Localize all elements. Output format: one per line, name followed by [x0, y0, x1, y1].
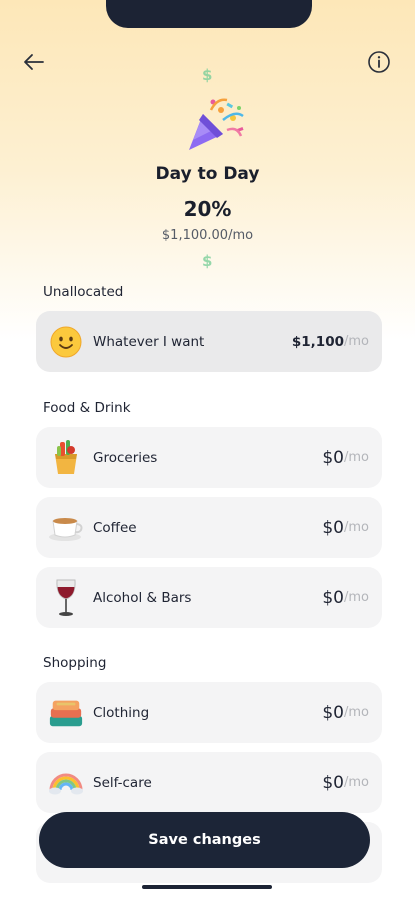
category-card-whatever-i-want[interactable]: Whatever I want $1,100 /mo — [36, 311, 382, 372]
clothes-stack-icon — [48, 695, 84, 731]
smiley-face-icon — [48, 324, 84, 360]
category-value: $0 — [322, 517, 344, 538]
category-suffix: /mo — [344, 334, 369, 349]
back-button[interactable] — [19, 47, 49, 77]
info-button[interactable] — [364, 47, 394, 77]
category-name: Alcohol & Bars — [93, 589, 192, 606]
section-label-shopping: Shopping — [43, 655, 107, 671]
party-popper-icon — [189, 98, 244, 150]
info-circle-icon — [368, 51, 390, 73]
category-suffix: /mo — [344, 520, 369, 535]
category-value: $1,100 — [291, 333, 344, 350]
category-card-coffee[interactable]: Coffee $0 /mo — [36, 497, 382, 558]
category-name: Coffee — [93, 519, 137, 536]
category-suffix: /mo — [344, 705, 369, 720]
dollar-decoration-top: $ — [202, 66, 213, 84]
category-card-groceries[interactable]: Groceries $0 /mo — [36, 427, 382, 488]
category-value: $0 — [322, 447, 344, 468]
section-label-food-drink: Food & Drink — [43, 400, 131, 416]
category-name: Clothing — [93, 704, 150, 721]
home-indicator — [142, 885, 272, 889]
arrow-left-icon — [24, 54, 44, 70]
category-suffix: /mo — [344, 450, 369, 465]
category-value: $0 — [322, 772, 344, 793]
budget-title: Day to Day — [155, 164, 260, 184]
category-card-clothing[interactable]: Clothing $0 /mo — [36, 682, 382, 743]
section-label-unallocated: Unallocated — [43, 284, 124, 300]
category-name: Whatever I want — [93, 333, 205, 350]
category-suffix: /mo — [344, 775, 369, 790]
save-changes-button[interactable]: Save changes — [39, 812, 370, 868]
category-name: Self-care — [93, 774, 152, 791]
grocery-bag-icon — [48, 439, 84, 476]
category-suffix: /mo — [344, 590, 369, 605]
wine-glass-icon — [48, 579, 84, 616]
budget-amount: $1,100.00/mo — [161, 228, 254, 243]
rainbow-icon — [48, 765, 84, 801]
category-value: $0 — [322, 587, 344, 608]
category-card-alcohol-bars[interactable]: Alcohol & Bars $0 /mo — [36, 567, 382, 628]
dollar-decoration-bottom: $ — [202, 252, 213, 270]
budget-percent: 20% — [183, 197, 232, 221]
category-card-self-care[interactable]: Self-care $0 /mo — [36, 752, 382, 813]
category-value: $0 — [322, 702, 344, 723]
coffee-cup-icon — [48, 510, 84, 546]
category-name: Groceries — [93, 449, 158, 466]
device-notch — [106, 0, 312, 28]
